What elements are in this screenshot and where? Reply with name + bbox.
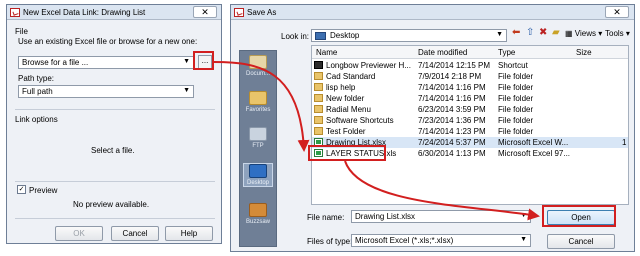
- annotation-arrows: [213, 61, 540, 221]
- arrow-to-file: [213, 61, 310, 152]
- arrow-to-open: [344, 160, 540, 221]
